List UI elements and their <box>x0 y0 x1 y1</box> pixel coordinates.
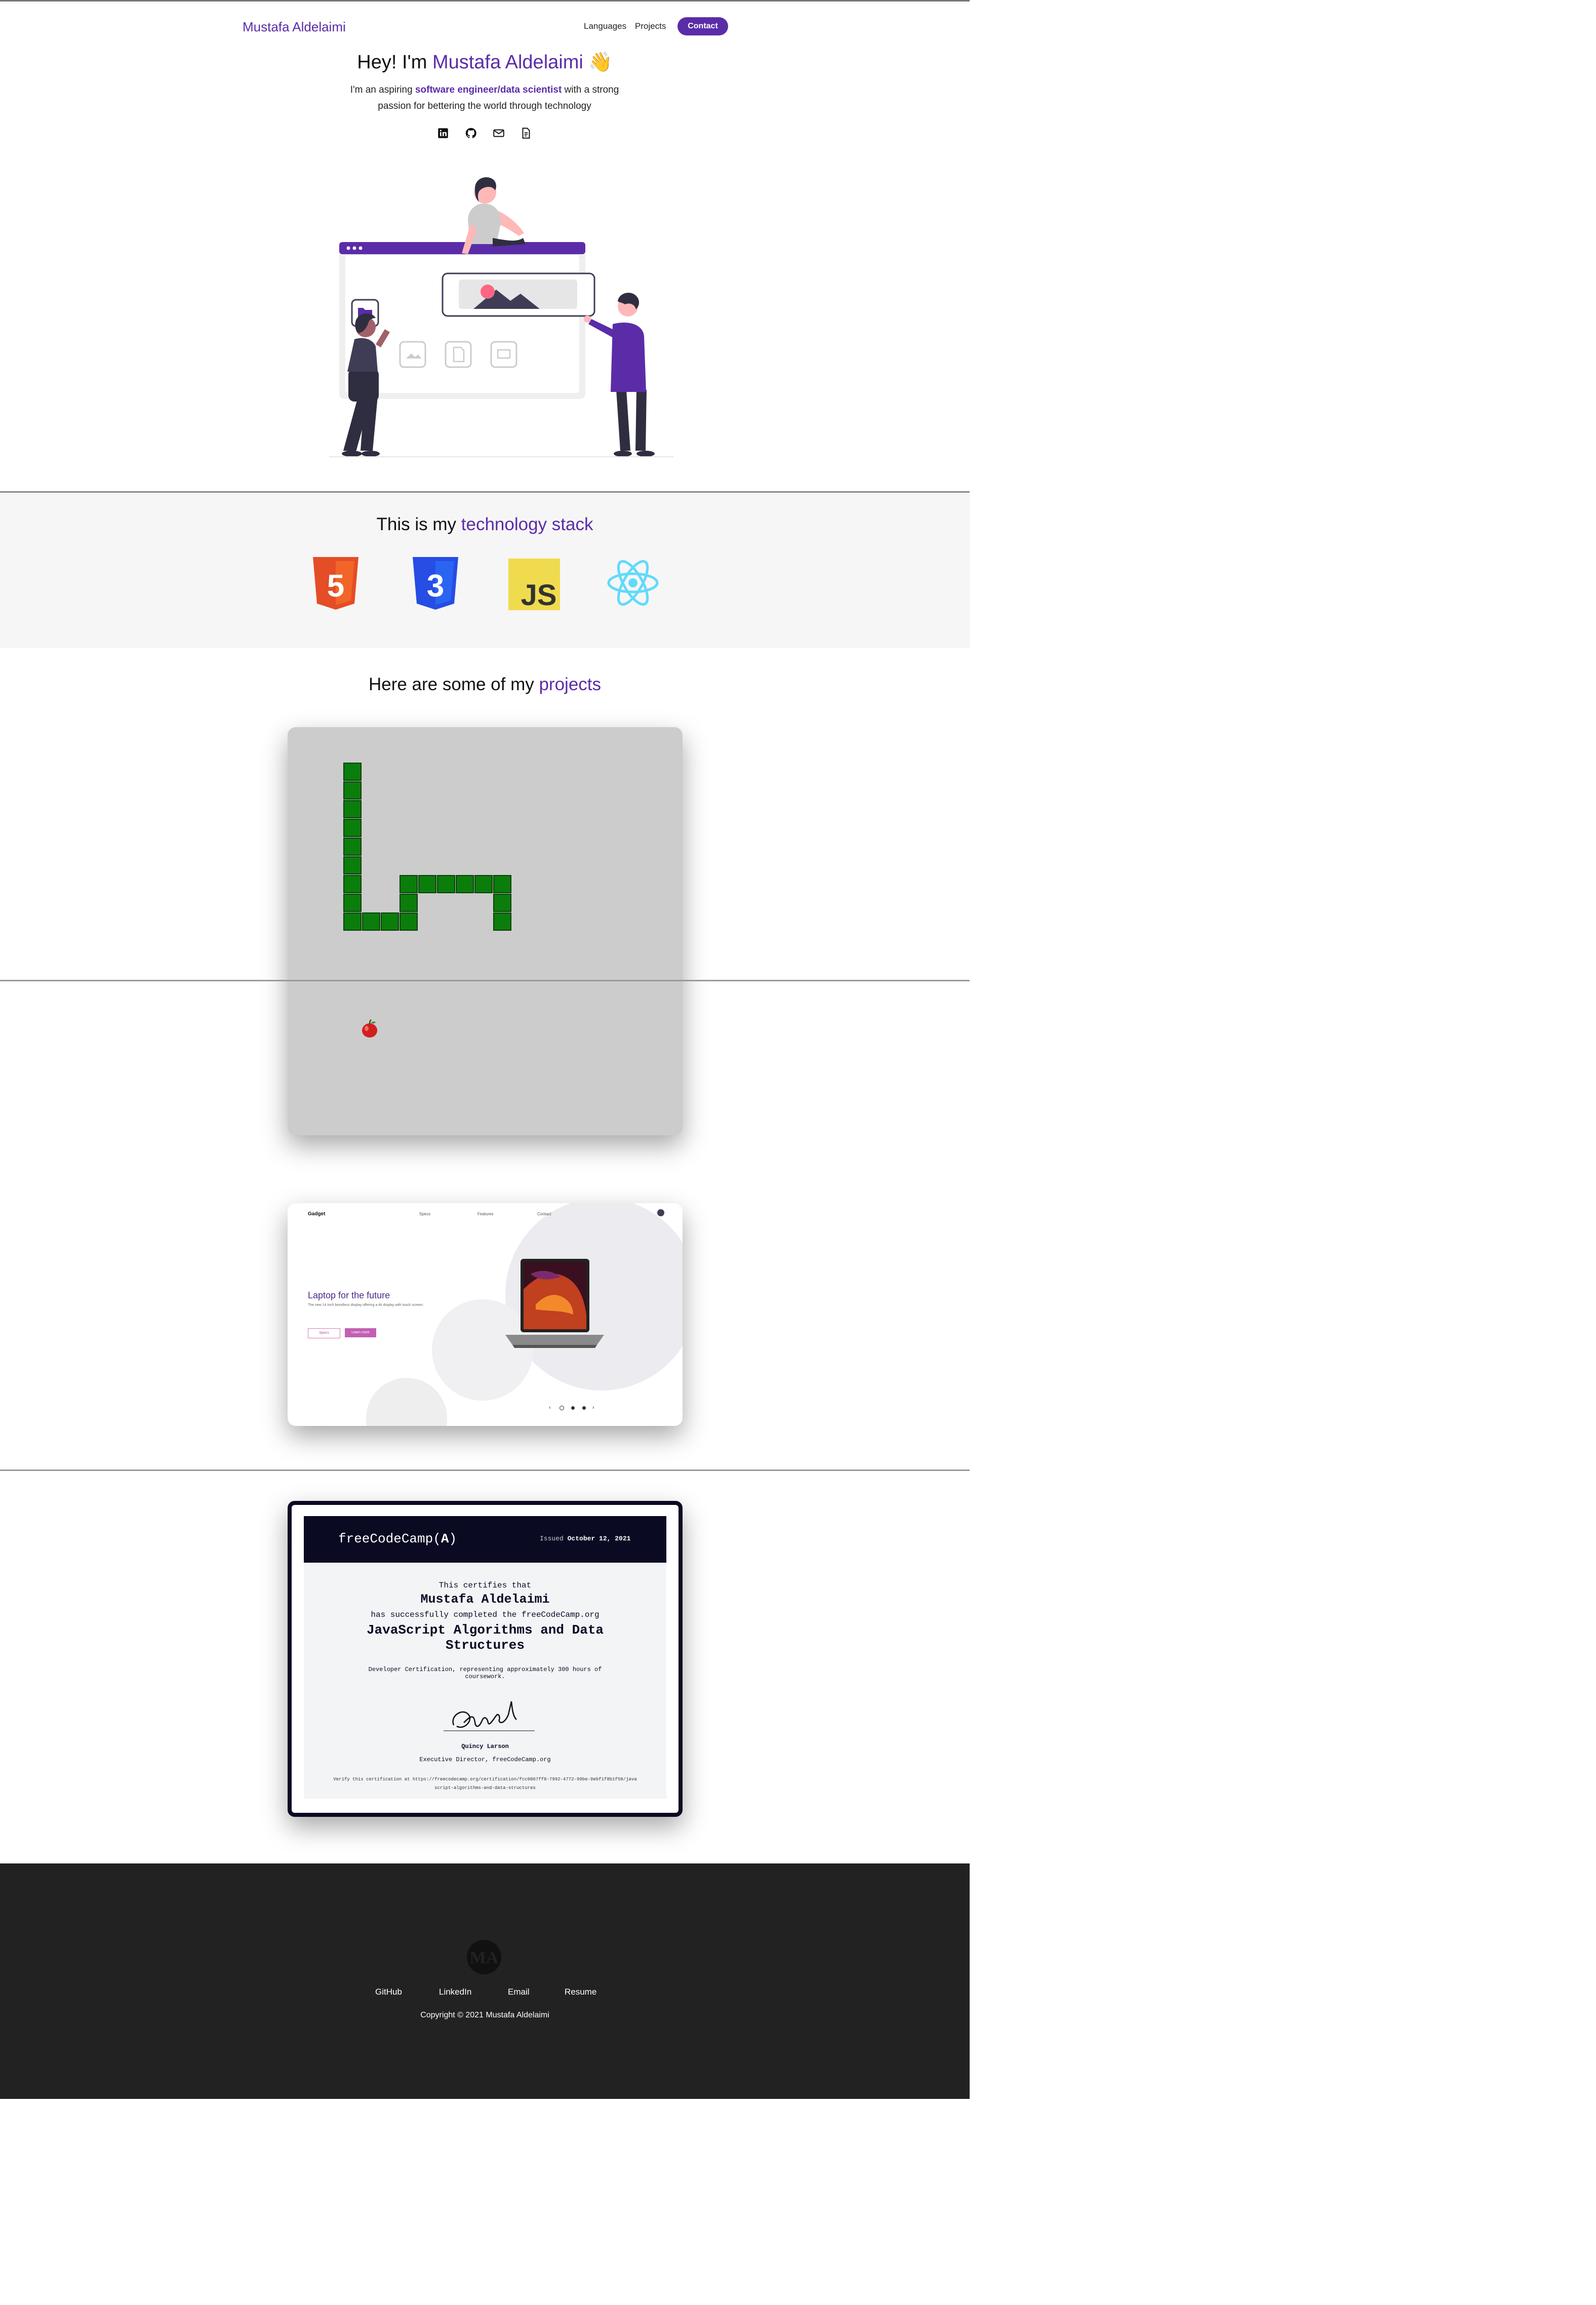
decor-circle-small <box>366 1378 447 1426</box>
contact-button[interactable]: Contact <box>677 17 728 35</box>
projects-title-before: Here are some of my <box>368 674 539 694</box>
footer-link-github[interactable]: GitHub <box>375 1987 402 1997</box>
projects-title: Here are some of my projects <box>0 674 970 695</box>
snake-segment <box>456 875 474 893</box>
snake-segment <box>474 875 493 893</box>
cert-org-end: ) <box>449 1531 457 1546</box>
carousel-dot-1[interactable] <box>560 1406 564 1410</box>
snake-segment <box>400 875 418 893</box>
cert-header: freeCodeCamp(A) Issued October 12, 2021 <box>304 1516 666 1563</box>
snake-segment <box>418 875 436 893</box>
react-logo <box>607 560 659 606</box>
cert-issued-date: October 12, 2021 <box>567 1535 631 1542</box>
snake-segment <box>400 894 418 912</box>
tech-stack-title-highlight: technology stack <box>461 514 593 534</box>
css3-label: 3 <box>427 569 444 604</box>
signature-image <box>444 1701 535 1731</box>
snake-segment <box>343 800 362 818</box>
snake-segment <box>343 763 362 781</box>
laptop-avatar[interactable] <box>657 1209 664 1216</box>
cert-hours: Developer Certification, representing ap… <box>368 1666 602 1680</box>
footer-logo[interactable]: MA <box>465 1938 503 1976</box>
laptop-image <box>505 1259 604 1348</box>
cert-signer-title: Executive Director, freeCodeCamp.org <box>419 1756 551 1763</box>
footer-logo-text: MA <box>470 1949 499 1967</box>
css3-logo: 3 <box>413 557 458 610</box>
laptop-learn-button[interactable]: Learn more <box>345 1328 376 1337</box>
cert-course: JavaScript Algorithms and Data Structure… <box>366 1622 604 1653</box>
cert-recipient: Mustafa Aldelaimi <box>420 1592 550 1607</box>
snake-segment <box>343 912 362 931</box>
laptop-specs-button[interactable]: Specs <box>308 1328 340 1338</box>
carousel-next-icon[interactable]: › <box>592 1405 594 1411</box>
snake-segment <box>493 894 511 912</box>
page-divider <box>0 980 970 981</box>
hero-intro: I'm an aspiring software engineer/data s… <box>333 82 636 114</box>
snake-segment <box>437 875 455 893</box>
snake-segment <box>343 875 362 893</box>
hero-illustration <box>329 177 673 457</box>
cert-issued-label: Issued <box>540 1535 564 1542</box>
snake-segment <box>343 838 362 856</box>
intro-before: I'm an aspiring <box>350 85 415 95</box>
html5-label: 5 <box>327 569 344 604</box>
page-divider <box>0 1469 970 1471</box>
snake-segment <box>343 819 362 837</box>
cert-signer: Quincy Larson <box>461 1743 509 1750</box>
cert-completed: has successfully completed the freeCodeC… <box>371 1610 600 1619</box>
brand-logo[interactable]: Mustafa Aldelaimi <box>243 19 346 35</box>
laptop-nav-features[interactable]: Features <box>477 1212 494 1216</box>
nav-languages[interactable]: Languages <box>584 21 626 31</box>
html5-logo: 5 <box>313 557 358 610</box>
snake-segment <box>343 856 362 875</box>
wave-emoji: 👋 <box>588 51 613 73</box>
laptop-brand[interactable]: Gadget <box>308 1211 325 1217</box>
hero-name: Mustafa Aldelaimi <box>432 52 583 73</box>
linkedin-icon[interactable] <box>436 127 450 140</box>
snake-segment <box>343 781 362 800</box>
copyright: Copyright © 2021 Mustafa Aldelaimi <box>420 2011 549 2019</box>
laptop-nav-contact[interactable]: Contact <box>537 1212 551 1216</box>
javascript-logo: JS <box>508 559 560 610</box>
intro-highlight: software engineer/data scientist <box>415 85 562 95</box>
laptop-headline: Laptop for the future <box>308 1290 390 1300</box>
footer-link-linkedin[interactable]: LinkedIn <box>439 1987 471 1997</box>
carousel-prev-icon[interactable]: ‹ <box>549 1405 551 1411</box>
carousel-dot-3[interactable] <box>582 1406 586 1410</box>
footer <box>0 1863 970 2099</box>
apple-icon <box>362 1019 377 1038</box>
cert-org-mark: A <box>441 1531 449 1546</box>
resume-icon[interactable] <box>520 127 533 140</box>
hero-greeting: Hey! I'm <box>357 52 432 73</box>
certificate-card[interactable]: freeCodeCamp(A) Issued October 12, 2021 … <box>288 1501 683 1817</box>
email-icon[interactable] <box>492 127 505 140</box>
tech-stack-title: This is my technology stack <box>0 514 970 535</box>
snake-segment <box>400 912 418 931</box>
snake-segment <box>381 912 399 931</box>
snake-segment <box>362 912 380 931</box>
cert-verify-link[interactable]: Verify this certification at https://fre… <box>332 1775 638 1793</box>
laptop-tagline: The new 14 inch bezelless display offeri… <box>308 1303 424 1307</box>
nav-projects[interactable]: Projects <box>635 21 666 31</box>
projects-title-highlight: projects <box>539 674 602 694</box>
github-icon[interactable] <box>464 127 477 140</box>
cert-certifies: This certifies that <box>438 1581 532 1590</box>
javascript-label: JS <box>521 579 557 610</box>
snake-segment <box>343 894 362 912</box>
laptop-nav-specs[interactable]: Specs <box>419 1212 430 1216</box>
cert-issued: Issued October 12, 2021 <box>540 1535 630 1542</box>
footer-link-resume[interactable]: Resume <box>565 1987 596 1997</box>
tech-stack-title-before: This is my <box>376 514 461 534</box>
laptop-landing-card[interactable]: Gadget Specs Features Contact Laptop for… <box>288 1203 683 1426</box>
cert-org-text: freeCodeCamp( <box>338 1531 441 1546</box>
snake-segment <box>493 875 511 893</box>
carousel-dot-2[interactable] <box>571 1406 575 1410</box>
snake-segment <box>493 912 511 931</box>
hero-title: Hey! I'm Mustafa Aldelaimi 👋 <box>0 51 970 73</box>
snake-game-card[interactable] <box>288 727 683 1135</box>
footer-link-email[interactable]: Email <box>508 1987 530 1997</box>
cert-org: freeCodeCamp(A) <box>338 1531 457 1546</box>
